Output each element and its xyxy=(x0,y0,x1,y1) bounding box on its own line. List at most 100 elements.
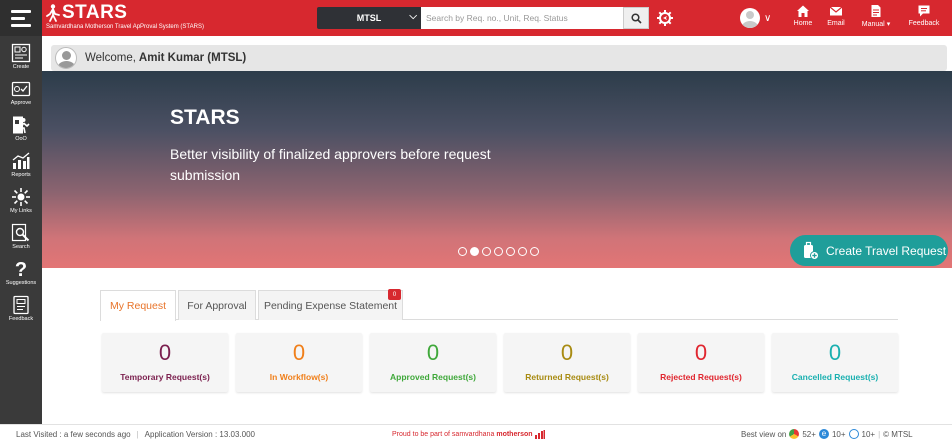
feedback-icon xyxy=(13,295,29,315)
carousel-dot[interactable] xyxy=(518,247,527,256)
card-label: Returned Request(s) xyxy=(525,372,609,382)
luggage-add-icon xyxy=(804,241,819,260)
card-count: 0 xyxy=(560,340,574,365)
copyright-text: © MTSL xyxy=(883,429,913,439)
traveler-logo-icon xyxy=(46,4,60,22)
chevron-down-icon: ∨ xyxy=(764,12,772,24)
user-menu-button[interactable]: ∨ xyxy=(740,8,778,28)
card-count: 0 xyxy=(158,340,172,365)
welcome-bar: Welcome, Amit Kumar (MTSL) xyxy=(51,45,947,71)
banner-title: STARS xyxy=(170,106,240,129)
search-input[interactable] xyxy=(421,7,623,29)
create-travel-request-label: Create Travel Request xyxy=(826,243,947,258)
card-label: Approved Request(s) xyxy=(390,372,476,382)
sidebar: Create Approve OoO Reports My Links Sear… xyxy=(0,36,42,424)
carousel-dot[interactable] xyxy=(482,247,491,256)
chrome-version: 52+ xyxy=(802,429,816,439)
search-doc-icon xyxy=(11,223,30,242)
pending-count-badge: 0 xyxy=(388,289,401,300)
sidebar-item-approve[interactable]: Approve xyxy=(0,76,42,110)
sidebar-item-label: Search xyxy=(12,244,30,250)
sidebar-item-my-links[interactable]: My Links xyxy=(0,184,42,218)
motherson-bars-icon xyxy=(534,430,545,439)
card-rejected-requests[interactable]: 0 Rejected Request(s) xyxy=(638,333,764,392)
user-avatar xyxy=(55,47,77,69)
carousel-dot[interactable] xyxy=(506,247,515,256)
card-returned-requests[interactable]: 0 Returned Request(s) xyxy=(504,333,630,392)
ie-icon: e xyxy=(818,429,829,439)
avatar xyxy=(740,8,760,28)
sidebar-item-suggestions[interactable]: ? Suggestions xyxy=(0,256,42,290)
organization-select-value: MTSL xyxy=(356,13,382,23)
card-label: Rejected Request(s) xyxy=(660,372,742,382)
sidebar-item-label: Reports xyxy=(11,172,31,178)
question-icon: ? xyxy=(15,259,27,279)
sidebar-item-search[interactable]: Search xyxy=(0,220,42,254)
proud-text: Proud to be part of samvardhana xyxy=(392,431,495,438)
carousel-dot-active[interactable] xyxy=(470,247,479,256)
chrome-icon xyxy=(789,429,800,439)
carousel-dot[interactable] xyxy=(458,247,467,256)
tab-pending-expense-statement[interactable]: Pending Expense Statement xyxy=(258,290,403,320)
card-in-workflow[interactable]: 0 In Workflow(s) xyxy=(236,333,362,392)
organization-select[interactable]: MTSL ⌵ xyxy=(317,7,421,29)
hero-banner: STARS Better visibility of finalized app… xyxy=(42,71,952,268)
last-visited-text: Last Visited : a few seconds ago xyxy=(16,430,131,439)
feedback-icon xyxy=(918,5,930,17)
card-label: Temporary Request(s) xyxy=(120,372,210,382)
nav-manual[interactable]: Manual ▾ xyxy=(858,4,894,32)
app-brand[interactable]: STARS Samvardhana Motherson Travel ApPro… xyxy=(46,3,204,31)
create-icon xyxy=(11,43,31,63)
ie-version: 10+ xyxy=(831,429,846,439)
nav-home-label: Home xyxy=(793,20,813,27)
footer: Last Visited : a few seconds ago | Applica… xyxy=(0,424,952,441)
tab-label: Pending Expense Statement xyxy=(263,299,398,312)
create-travel-request-button[interactable]: Create Travel Request xyxy=(790,235,948,266)
carousel-dot[interactable] xyxy=(530,247,539,256)
nav-manual-label: Manual ▾ xyxy=(861,21,891,28)
reports-icon xyxy=(12,152,30,169)
best-view-text: Best view on xyxy=(741,429,787,439)
sidebar-item-ooo[interactable]: OoO xyxy=(0,112,42,146)
nav-feedback[interactable]: Feedback xyxy=(904,4,944,32)
tab-for-approval[interactable]: For Approval xyxy=(178,290,256,320)
card-count: 0 xyxy=(292,340,306,365)
tab-label: My Request xyxy=(109,300,167,312)
approve-icon xyxy=(11,81,31,97)
out-of-office-icon xyxy=(13,116,30,134)
card-cancelled-requests[interactable]: 0 Cancelled Request(s) xyxy=(772,333,898,392)
my-links-icon xyxy=(12,188,30,206)
card-temporary-requests[interactable]: 0 Temporary Request(s) xyxy=(102,333,228,392)
footer-info: Last Visited : a few seconds ago | Applica… xyxy=(16,430,255,439)
sidebar-item-create[interactable]: Create xyxy=(0,40,42,74)
nav-email[interactable]: Email xyxy=(824,4,848,32)
gear-plane-icon[interactable] xyxy=(655,9,675,27)
nav-home[interactable]: Home xyxy=(791,4,815,32)
nav-feedback-label: Feedback xyxy=(908,20,940,27)
carousel-dot[interactable] xyxy=(494,247,503,256)
sidebar-item-label: OoO xyxy=(15,136,27,142)
sidebar-item-reports[interactable]: Reports xyxy=(0,148,42,182)
sidebar-item-label: Suggestions xyxy=(5,280,37,286)
search-button[interactable] xyxy=(623,7,649,29)
welcome-user-name: Amit Kumar (MTSL) xyxy=(138,52,247,64)
manual-icon xyxy=(871,5,881,17)
welcome-prefix: Welcome, xyxy=(85,52,136,64)
motherson-brand-text: motherson xyxy=(496,431,533,438)
sidebar-item-label: Approve xyxy=(10,100,32,106)
sidebar-item-label: Feedback xyxy=(8,316,34,322)
banner-text: Better visibility of finalized approvers… xyxy=(170,146,491,183)
card-approved-requests[interactable]: 0 Approved Request(s) xyxy=(370,333,496,392)
app-subtitle: Samvardhana Motherson Travel ApProval Sy… xyxy=(46,24,204,30)
search-icon xyxy=(630,12,642,24)
home-icon xyxy=(797,5,809,17)
tab-my-request[interactable]: My Request xyxy=(100,290,176,321)
hamburger-menu-button[interactable] xyxy=(0,0,42,36)
email-icon xyxy=(829,6,843,16)
app-version-text: Application Version : 13.03.000 xyxy=(144,430,255,439)
sidebar-item-feedback[interactable]: Feedback xyxy=(0,292,42,326)
card-count: 0 xyxy=(694,340,708,365)
motherson-tagline: Proud to be part of samvardhana motherso… xyxy=(392,430,545,439)
chevron-down-icon: ⌵ xyxy=(409,11,417,22)
request-tabs: My Request For Approval Pending Expense … xyxy=(100,289,898,321)
